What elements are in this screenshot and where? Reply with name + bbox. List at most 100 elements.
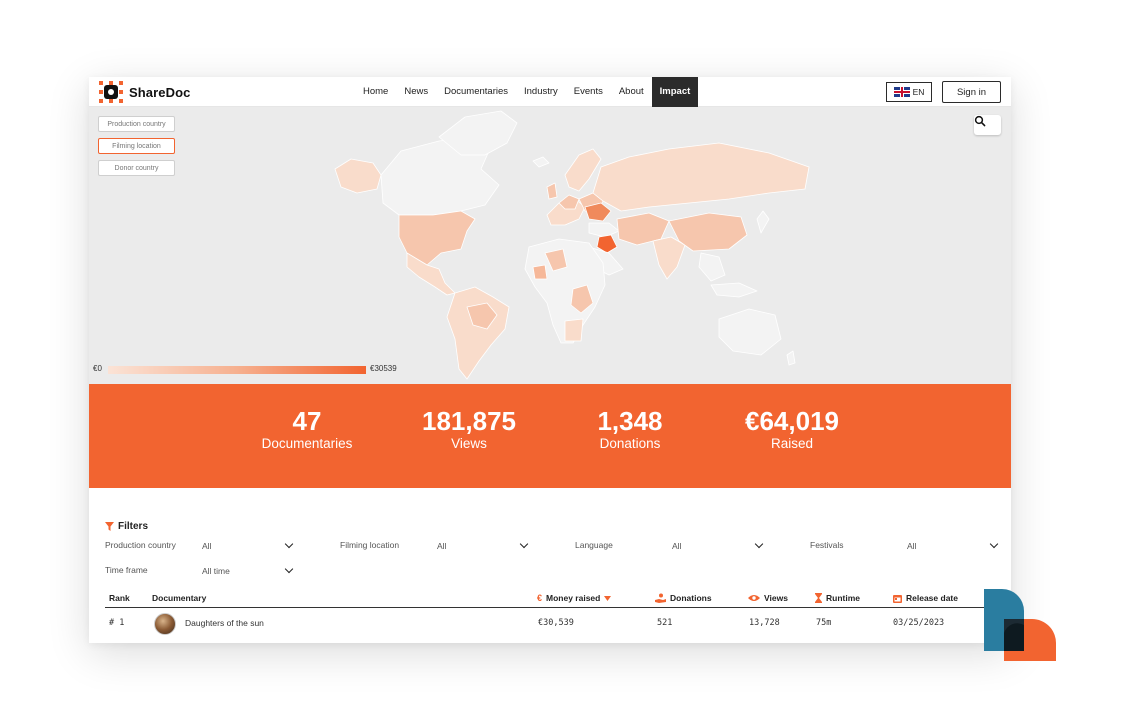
row-views: 13,728 bbox=[749, 618, 780, 628]
toggle-donor-country[interactable]: Donor country bbox=[98, 160, 175, 176]
stat-views: 181,875 Views bbox=[394, 406, 544, 452]
table-header-divider bbox=[105, 607, 993, 608]
filter-filming-location-label: Filming location bbox=[340, 540, 400, 550]
filter-value: All time bbox=[202, 566, 230, 576]
hourglass-icon bbox=[815, 593, 822, 603]
column-documentary: Documentary bbox=[152, 593, 206, 603]
row-documentary-title[interactable]: Daughters of the sun bbox=[185, 618, 264, 628]
logo-text: ShareDoc bbox=[129, 84, 191, 100]
map-alaska bbox=[334, 158, 382, 194]
filter-value: All bbox=[672, 541, 682, 551]
map-south-africa bbox=[564, 318, 584, 342]
map-india bbox=[652, 236, 686, 280]
nav-documentaries[interactable]: Documentaries bbox=[436, 77, 516, 107]
filters-heading: Filters bbox=[105, 521, 148, 532]
column-label: Runtime bbox=[826, 593, 860, 603]
map-russia bbox=[592, 142, 810, 212]
eye-icon bbox=[748, 595, 760, 601]
column-label: Views bbox=[764, 593, 788, 603]
column-runtime[interactable]: Runtime bbox=[815, 593, 860, 603]
nav-about[interactable]: About bbox=[611, 77, 652, 107]
chevron-down-icon bbox=[519, 539, 529, 549]
filter-time-frame-label: Time frame bbox=[105, 565, 148, 575]
language-selector[interactable]: EN bbox=[886, 82, 932, 102]
sign-in-button[interactable]: Sign in bbox=[942, 81, 1001, 103]
chevron-down-icon bbox=[284, 539, 294, 549]
filter-production-country-label: Production country bbox=[105, 540, 176, 550]
stat-raised: €64,019 Raised bbox=[717, 406, 867, 452]
column-release-date[interactable]: Release date bbox=[893, 593, 958, 603]
euro-icon: € bbox=[537, 593, 543, 603]
column-label: Rank bbox=[109, 593, 130, 603]
column-label: Documentary bbox=[152, 593, 207, 603]
map-south-america bbox=[446, 286, 510, 380]
calendar-icon bbox=[893, 594, 902, 603]
map-uk bbox=[546, 182, 558, 200]
uk-flag-icon bbox=[893, 87, 910, 97]
stat-label: Donations bbox=[599, 436, 661, 451]
column-label: Donations bbox=[670, 593, 712, 603]
nav-impact[interactable]: Impact bbox=[651, 77, 699, 107]
filter-filming-location-select[interactable]: All bbox=[437, 539, 529, 553]
nav-home[interactable]: Home bbox=[355, 77, 396, 107]
column-views[interactable]: Views bbox=[748, 593, 788, 603]
sort-desc-icon bbox=[604, 595, 612, 601]
filter-value: All bbox=[202, 541, 212, 551]
brand-b-logo bbox=[984, 589, 1056, 661]
map-search-button[interactable] bbox=[974, 115, 1001, 135]
filter-time-frame-select[interactable]: All time bbox=[202, 564, 294, 578]
row-release-date: 03/25/2023 bbox=[893, 618, 945, 628]
language-code: EN bbox=[912, 87, 925, 97]
legend-min-label: €0 bbox=[93, 364, 102, 373]
row-donations: 521 bbox=[657, 618, 673, 628]
filters-title: Filters bbox=[118, 521, 149, 532]
nav-news[interactable]: News bbox=[396, 77, 436, 107]
row-money-raised: €30,539 bbox=[538, 618, 574, 628]
stat-label: Views bbox=[451, 436, 487, 451]
legend-gradient-bar bbox=[108, 366, 366, 374]
top-navigation-bar: ShareDoc Home News Documentaries Industr… bbox=[89, 77, 1011, 107]
chevron-down-icon bbox=[989, 539, 999, 549]
map-west-africa-2 bbox=[532, 264, 548, 280]
world-map[interactable]: Production country Filming location Dono… bbox=[89, 107, 1011, 384]
column-money-raised[interactable]: € Money raised bbox=[537, 593, 612, 603]
filter-language-select[interactable]: All bbox=[672, 539, 764, 553]
documentary-thumbnail[interactable] bbox=[154, 613, 176, 635]
donation-hand-icon bbox=[655, 593, 666, 603]
nav-events[interactable]: Events bbox=[566, 77, 611, 107]
column-donations[interactable]: Donations bbox=[655, 593, 712, 603]
stat-documentaries: 47 Documentaries bbox=[232, 406, 382, 452]
map-australia bbox=[718, 308, 782, 356]
search-icon bbox=[974, 115, 986, 127]
stat-value: 181,875 bbox=[422, 406, 516, 436]
filter-festivals-select[interactable]: All bbox=[907, 539, 999, 553]
toggle-production-country[interactable]: Production country bbox=[98, 116, 175, 132]
stat-value: 1,348 bbox=[597, 406, 663, 436]
row-runtime: 75m bbox=[816, 618, 832, 628]
stat-value: 47 bbox=[292, 406, 322, 436]
row-rank: # 1 bbox=[109, 618, 125, 628]
main-nav: Home News Documentaries Industry Events … bbox=[355, 77, 699, 107]
sharedoc-logo-icon bbox=[99, 81, 123, 103]
column-rank: Rank bbox=[109, 593, 130, 603]
world-map-svg bbox=[334, 110, 810, 380]
filter-language-label: Language bbox=[575, 540, 613, 550]
nav-industry[interactable]: Industry bbox=[516, 77, 566, 107]
stat-label: Documentaries bbox=[261, 436, 353, 451]
map-ukraine bbox=[584, 202, 612, 222]
filter-festivals-label: Festivals bbox=[810, 540, 844, 550]
filter-value: All bbox=[907, 541, 917, 551]
filter-production-country-select[interactable]: All bbox=[202, 539, 294, 553]
filter-icon bbox=[105, 522, 114, 531]
app-window: ShareDoc Home News Documentaries Industr… bbox=[89, 77, 1011, 643]
toggle-filming-location[interactable]: Filming location bbox=[98, 138, 175, 154]
chevron-down-icon bbox=[284, 564, 294, 574]
stats-banner: 47 Documentaries 181,875 Views 1,348 Don… bbox=[89, 384, 1011, 488]
filter-value: All bbox=[437, 541, 447, 551]
stat-value: €64,019 bbox=[745, 406, 839, 436]
column-label: Release date bbox=[906, 593, 958, 603]
logo[interactable]: ShareDoc bbox=[99, 81, 191, 103]
column-label: Money raised bbox=[546, 593, 601, 603]
chevron-down-icon bbox=[754, 539, 764, 549]
stat-donations: 1,348 Donations bbox=[555, 406, 705, 452]
